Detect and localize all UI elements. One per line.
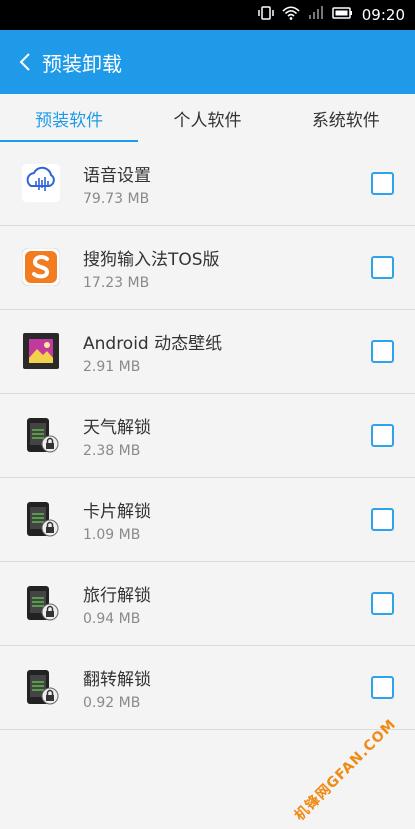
list-item[interactable]: 翻转解锁 0.92 MB <box>0 646 415 730</box>
sogou-input-icon <box>21 247 61 287</box>
tab-bar: 预装软件 个人软件 系统软件 <box>0 94 415 143</box>
list-item[interactable]: 天气解锁 2.38 MB <box>0 394 415 478</box>
select-checkbox[interactable] <box>371 256 394 279</box>
status-icons: 09:20 <box>258 0 405 30</box>
app-size: 2.38 MB <box>83 443 141 459</box>
app-size: 0.92 MB <box>83 695 141 711</box>
wifi-icon <box>282 5 300 25</box>
lock-phone-icon <box>22 500 60 538</box>
list-item[interactable]: 语音设置 79.73 MB <box>0 142 415 226</box>
list-item[interactable]: 搜狗输入法TOS版 17.23 MB <box>0 226 415 310</box>
clock: 09:20 <box>361 6 405 24</box>
voice-settings-icon <box>22 164 60 202</box>
list-item[interactable]: 旅行解锁 0.94 MB <box>0 562 415 646</box>
app-name: 卡片解锁 <box>83 502 151 522</box>
vibrate-icon <box>258 5 274 25</box>
select-checkbox[interactable] <box>371 340 394 363</box>
app-name: 天气解锁 <box>83 418 151 438</box>
signal-icon <box>308 5 324 25</box>
app-bar: 预装卸载 <box>0 30 415 94</box>
back-arrow-icon[interactable] <box>16 53 34 71</box>
app-name: Android 动态壁纸 <box>83 334 223 354</box>
tab-preinstalled[interactable]: 预装软件 <box>0 94 139 143</box>
app-name: 翻转解锁 <box>83 670 151 690</box>
list-item[interactable]: Android 动态壁纸 2.91 MB <box>0 310 415 394</box>
page-title: 预装卸载 <box>42 51 122 76</box>
select-checkbox[interactable] <box>371 592 394 615</box>
app-size: 1.09 MB <box>83 527 141 543</box>
select-checkbox[interactable] <box>371 508 394 531</box>
battery-icon <box>332 6 352 24</box>
live-wallpaper-icon <box>22 332 60 370</box>
tab-personal[interactable]: 个人软件 <box>138 94 276 142</box>
select-checkbox[interactable] <box>371 676 394 699</box>
select-checkbox[interactable] <box>371 424 394 447</box>
app-size: 17.23 MB <box>83 275 150 291</box>
status-bar: 09:20 <box>0 0 415 30</box>
lock-phone-icon <box>22 416 60 454</box>
app-size: 0.94 MB <box>83 611 141 627</box>
lock-phone-icon <box>22 668 60 706</box>
select-checkbox[interactable] <box>371 172 394 195</box>
app-size: 2.91 MB <box>83 359 141 375</box>
tab-system[interactable]: 系统软件 <box>277 94 415 142</box>
app-size: 79.73 MB <box>83 191 150 207</box>
lock-phone-icon <box>22 584 60 622</box>
app-name: 语音设置 <box>83 166 151 186</box>
app-list: 语音设置 79.73 MB 搜狗输入法TOS版 17.23 MB Android… <box>0 142 415 730</box>
app-name: 旅行解锁 <box>83 586 151 606</box>
app-name: 搜狗输入法TOS版 <box>83 250 220 270</box>
list-item[interactable]: 卡片解锁 1.09 MB <box>0 478 415 562</box>
